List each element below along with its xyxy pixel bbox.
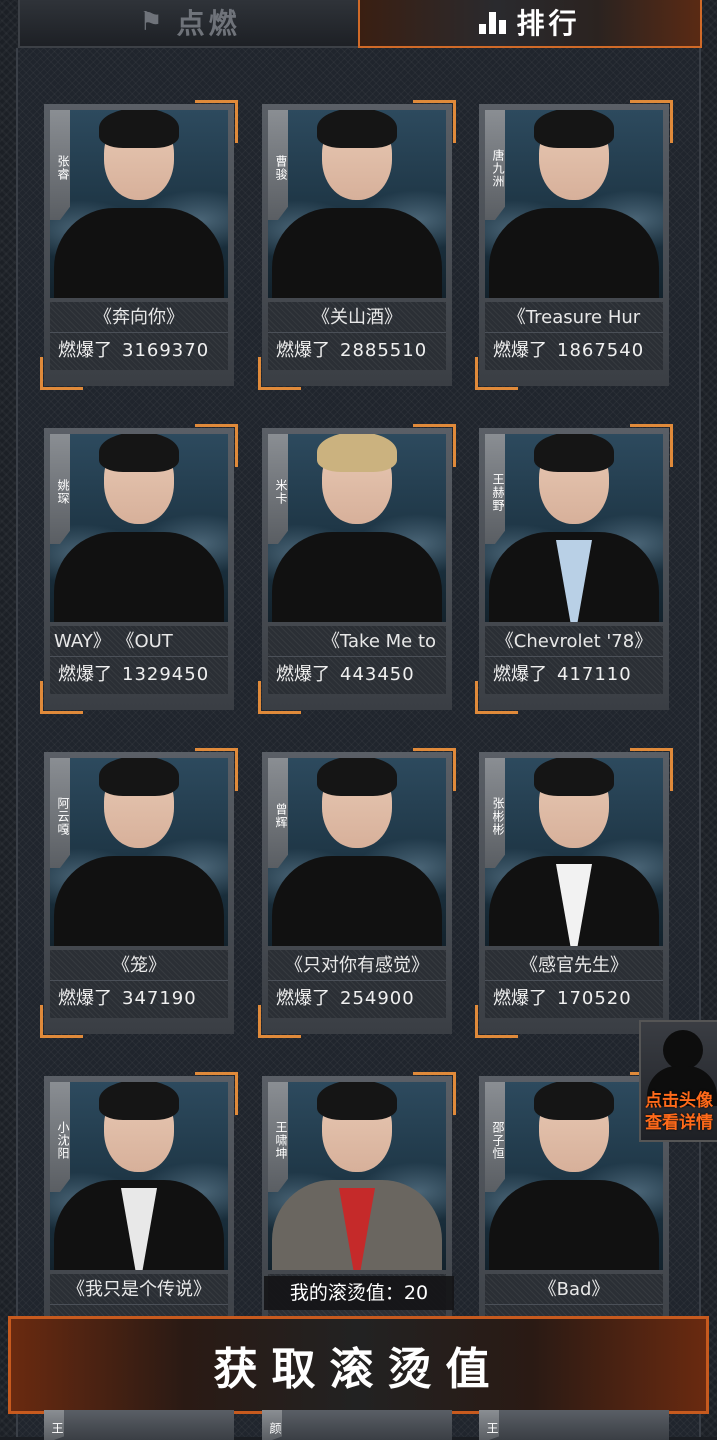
score-label: 燃爆了 [493,340,547,361]
artist-photo[interactable]: 姚琛 [50,434,228,622]
tab-bar: ⚑ 点燃 排行 [0,0,717,48]
artist-name: 米卡 [268,434,288,544]
side-button-line2: 查看详情 [645,1113,713,1133]
score-label: 燃爆了 [493,664,547,685]
side-button-line1: 点击头像 [645,1091,713,1111]
next-card-row: 王 颜 王 [0,1410,717,1440]
my-hot-value-number: 20 [403,1282,429,1304]
bar-chart-icon [479,10,507,34]
artist-photo[interactable]: 小沈阳 [50,1082,228,1270]
artist-card[interactable]: 王 [44,1410,234,1440]
score-label: 燃爆了 [493,988,547,1009]
artist-card[interactable]: 曹骏 《关山酒》 燃爆了 2885510 [258,100,456,390]
song-title: 《笼》 [50,952,228,981]
flag-icon: ⚑ [139,7,167,37]
artist-name: 张彬彬 [485,758,505,868]
song-title: 《感官先生》 [485,952,663,981]
artist-photo[interactable]: 王啸坤 [268,1082,446,1270]
artist-photo[interactable]: 张彬彬 [485,758,663,946]
artist-photo[interactable]: 米卡 [268,434,446,622]
artist-photo[interactable]: 曾辉 [268,758,446,946]
artist-photo[interactable]: 王赫野 [485,434,663,622]
artist-name: 阿云嘎 [50,758,70,868]
score-value: 1329450 [122,664,210,685]
tab-rank[interactable]: 排行 [358,0,702,48]
artist-card[interactable]: 张睿 《奔向你》 燃爆了 3169370 [40,100,238,390]
tab-rank-label: 排行 [516,7,581,40]
artist-name: 王赫野 [485,434,505,544]
artist-name: 王啸坤 [268,1082,288,1192]
artist-name: 颜 [262,1410,282,1440]
score-value: 1867540 [557,340,645,361]
song-title: 《Treasure Hur [485,304,663,333]
song-title: 《只对你有感觉》 [268,952,446,981]
score-value: 417110 [557,664,632,685]
score-value: 254900 [340,988,415,1009]
get-hot-value-button[interactable]: 获取滚烫值 [8,1316,709,1414]
score-label: 燃爆了 [58,988,112,1009]
score-label: 燃爆了 [276,340,330,361]
artist-card[interactable]: 姚琛 WAY》 《OUT 燃爆了 1329450 [40,424,238,714]
artist-card[interactable]: 张彬彬 《感官先生》 燃爆了 170520 [475,748,673,1038]
score-label: 燃爆了 [58,340,112,361]
get-hot-value-label: 获取滚烫值 [213,1344,504,1395]
artist-name: 曹骏 [268,110,288,220]
score-label: 燃爆了 [58,664,112,685]
artist-name: 邵子恒 [485,1082,505,1192]
artist-card[interactable]: 米卡 《Take Me to 燃爆了 443450 [258,424,456,714]
song-title: 《Take Me to [268,628,446,657]
my-hot-value-label: 我的滚烫值： [289,1282,404,1304]
artist-card[interactable]: 王 [479,1410,669,1440]
tab-ignite[interactable]: ⚑ 点燃 [18,0,362,48]
artist-photo[interactable]: 唐九洲 [485,110,663,298]
score-value: 347190 [122,988,197,1009]
view-details-button[interactable]: 点击头像 查看详情 [639,1020,717,1142]
score-value: 170520 [557,988,632,1009]
score-value: 2885510 [340,340,428,361]
score-label: 燃爆了 [276,664,330,685]
artist-photo[interactable]: 张睿 [50,110,228,298]
artist-card[interactable]: 阿云嘎 《笼》 燃爆了 347190 [40,748,238,1038]
artist-name: 张睿 [50,110,70,220]
artist-name: 小沈阳 [50,1082,70,1192]
score-value: 443450 [340,664,415,685]
artist-name: 曾辉 [268,758,288,868]
artist-name: 王 [479,1410,499,1440]
artist-name: 姚琛 [50,434,70,544]
song-title: 《Bad》 [485,1276,663,1305]
artist-photo[interactable]: 邵子恒 [485,1082,663,1270]
artist-photo[interactable]: 曹骏 [268,110,446,298]
song-title: 《奔向你》 [50,304,228,333]
song-title: 《我只是个传说》 [50,1276,228,1305]
song-title: 《Chevrolet '78》 [485,628,663,657]
song-title: WAY》 《OUT [50,628,228,657]
score-label: 燃爆了 [276,988,330,1009]
artist-card[interactable]: 唐九洲 《Treasure Hur 燃爆了 1867540 [475,100,673,390]
my-hot-value: 我的滚烫值：20 [264,1276,454,1310]
artist-card[interactable]: 颜 [262,1410,452,1440]
artist-card[interactable]: 曾辉 《只对你有感觉》 燃爆了 254900 [258,748,456,1038]
tab-ignite-label: 点燃 [176,7,241,40]
avatar-silhouette-icon [663,1030,703,1070]
song-title: 《关山酒》 [268,304,446,333]
artist-card[interactable]: 王赫野 《Chevrolet '78》 燃爆了 417110 [475,424,673,714]
artist-photo[interactable]: 阿云嘎 [50,758,228,946]
score-value: 3169370 [122,340,210,361]
artist-name: 王 [44,1410,64,1440]
artist-name: 唐九洲 [485,110,505,220]
